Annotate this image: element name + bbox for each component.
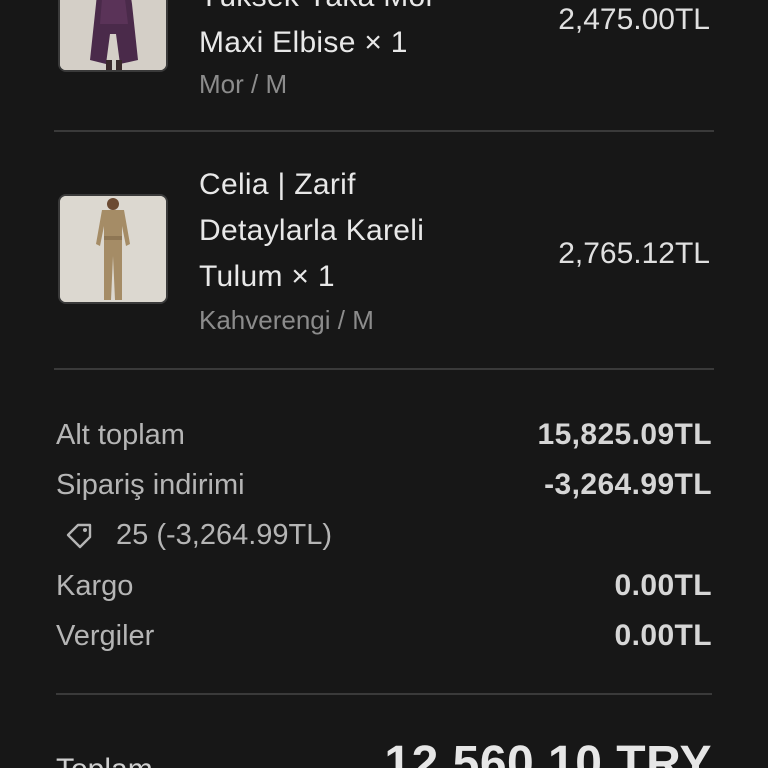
product-thumbnail bbox=[58, 194, 168, 304]
shipping-value: 0.00TL bbox=[614, 569, 712, 602]
discount-code: 25 (-3,264.99TL) bbox=[116, 519, 333, 551]
subtotal-label: Alt toplam bbox=[56, 419, 185, 451]
beige-jumpsuit-photo bbox=[60, 196, 166, 302]
product-variant: Mor / M bbox=[199, 69, 288, 99]
taxes-label: Vergiler bbox=[56, 620, 155, 652]
product-title: Yüksek Yaka Mor Maxi Elbise × 1 bbox=[199, 0, 436, 59]
line-item: Yüksek Yaka Mor Maxi Elbise × 1 Mor / M … bbox=[54, 0, 714, 130]
purple-dress-photo bbox=[60, 0, 166, 70]
discount-value: -3,264.99TL bbox=[544, 468, 712, 501]
total-row: Toplam 12,560.10 TRY bbox=[56, 728, 712, 768]
product-price: 2,765.12TL bbox=[558, 237, 710, 270]
total-label: Toplam bbox=[56, 750, 153, 768]
divider bbox=[54, 368, 714, 370]
order-summary-panel: Yüksek Yaka Mor Maxi Elbise × 1 Mor / M … bbox=[0, 0, 768, 768]
discount-label: Sipariş indirimi bbox=[56, 469, 245, 501]
subtotal-row: Alt toplam 15,825.09TL bbox=[56, 415, 712, 455]
discount-row: Sipariş indirimi -3,264.99TL bbox=[56, 465, 712, 505]
product-variant: Kahverengi / M bbox=[199, 305, 374, 335]
product-price: 2,475.00TL bbox=[558, 3, 710, 36]
taxes-value: 0.00TL bbox=[614, 619, 712, 652]
shipping-row: Kargo 0.00TL bbox=[56, 566, 712, 606]
discount-code-row: 25 (-3,264.99TL) bbox=[64, 515, 332, 555]
total-value: 12,560.10 TRY bbox=[384, 737, 712, 768]
product-title: Celia | Zarif Detaylarla Kareli Tulum × … bbox=[199, 168, 425, 293]
line-item: Celia | Zarif Detaylarla Kareli Tulum × … bbox=[54, 160, 714, 350]
tag-icon bbox=[66, 523, 92, 549]
product-thumbnail bbox=[58, 0, 168, 72]
shipping-label: Kargo bbox=[56, 570, 134, 602]
taxes-row: Vergiler 0.00TL bbox=[56, 616, 712, 656]
divider bbox=[54, 130, 714, 132]
subtotal-value: 15,825.09TL bbox=[537, 418, 712, 451]
divider bbox=[56, 693, 712, 695]
